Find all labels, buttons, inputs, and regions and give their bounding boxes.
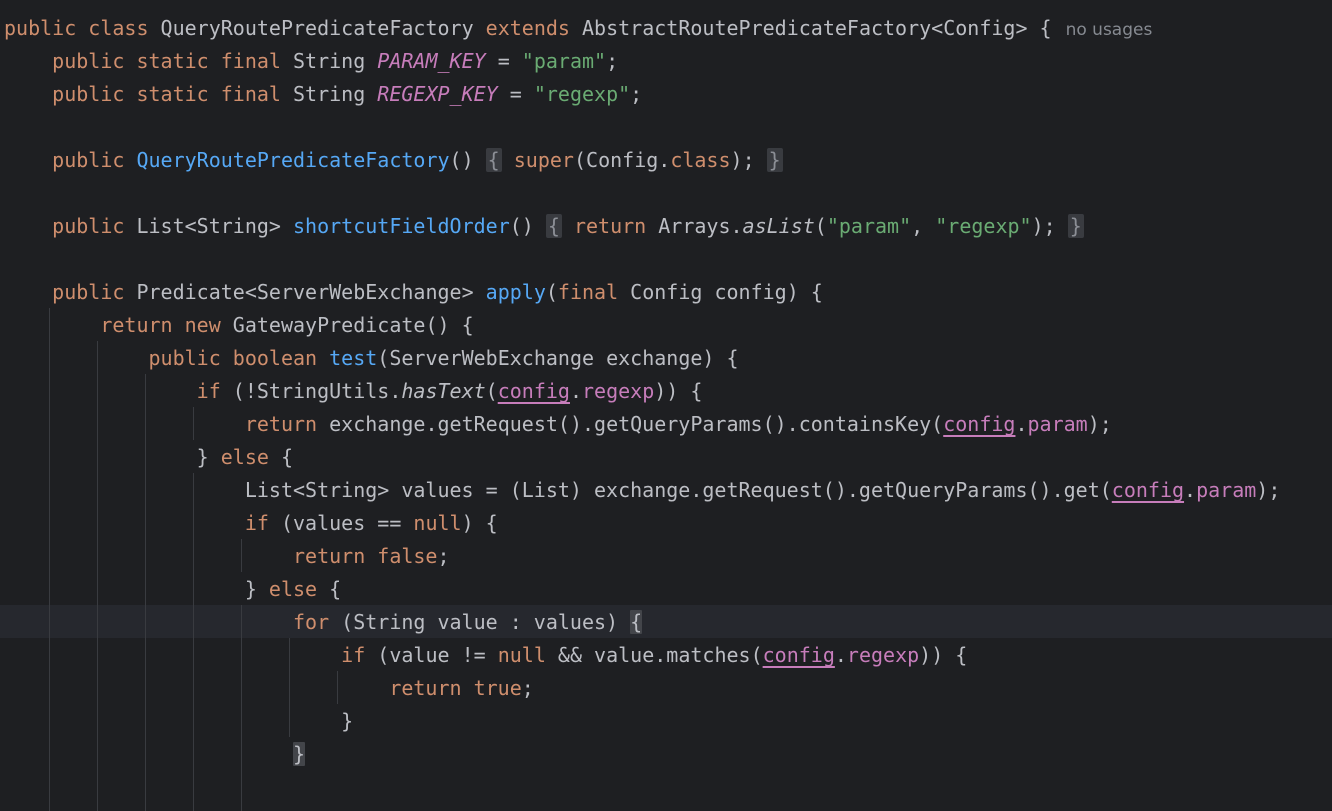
folded-region[interactable]: { xyxy=(545,214,562,238)
matched-brace: } xyxy=(292,742,306,766)
folded-region[interactable]: } xyxy=(1067,214,1084,238)
folded-region[interactable]: { xyxy=(485,148,502,172)
code-line-12[interactable]: if (!StringUtils.hasText(config.regexp))… xyxy=(0,375,1332,408)
code-line-13[interactable]: return exchange.getRequest().getQueryPar… xyxy=(0,408,1332,441)
code-line-3[interactable]: public static final String REGEXP_KEY = … xyxy=(0,78,1332,111)
code-line-1[interactable]: public class QueryRoutePredicateFactory … xyxy=(0,12,1332,45)
code-line-20[interactable]: if (value != null && value.matches(confi… xyxy=(0,639,1332,672)
matched-brace: { xyxy=(630,610,643,634)
inlay-hint-usages[interactable]: no usages xyxy=(1066,20,1153,40)
code-line-14[interactable]: } else { xyxy=(0,441,1332,474)
code-editor[interactable]: public class QueryRoutePredicateFactory … xyxy=(0,0,1332,811)
code-line-21[interactable]: return true; xyxy=(0,672,1332,705)
code-line-19[interactable]: for (String value : values) { xyxy=(0,606,1332,639)
folded-region[interactable]: } xyxy=(766,148,783,172)
code-line-2[interactable]: public static final String PARAM_KEY = "… xyxy=(0,45,1332,78)
code-line-15[interactable]: List<String> values = (List) exchange.ge… xyxy=(0,474,1332,507)
code-line-9[interactable]: public Predicate<ServerWebExchange> appl… xyxy=(0,276,1332,309)
code-line-10[interactable]: return new GatewayPredicate() { xyxy=(0,309,1332,342)
code-line-11[interactable]: public boolean test(ServerWebExchange ex… xyxy=(0,342,1332,375)
code-line-5[interactable]: public QueryRoutePredicateFactory() { su… xyxy=(0,144,1332,177)
code-line-17[interactable]: return false; xyxy=(0,540,1332,573)
code-line-23[interactable]: } xyxy=(0,738,1332,771)
code-line-22[interactable]: } xyxy=(0,705,1332,738)
code-line-7[interactable]: public List<String> shortcutFieldOrder()… xyxy=(0,210,1332,243)
code-line-16[interactable]: if (values == null) { xyxy=(0,507,1332,540)
code-line-18[interactable]: } else { xyxy=(0,573,1332,606)
